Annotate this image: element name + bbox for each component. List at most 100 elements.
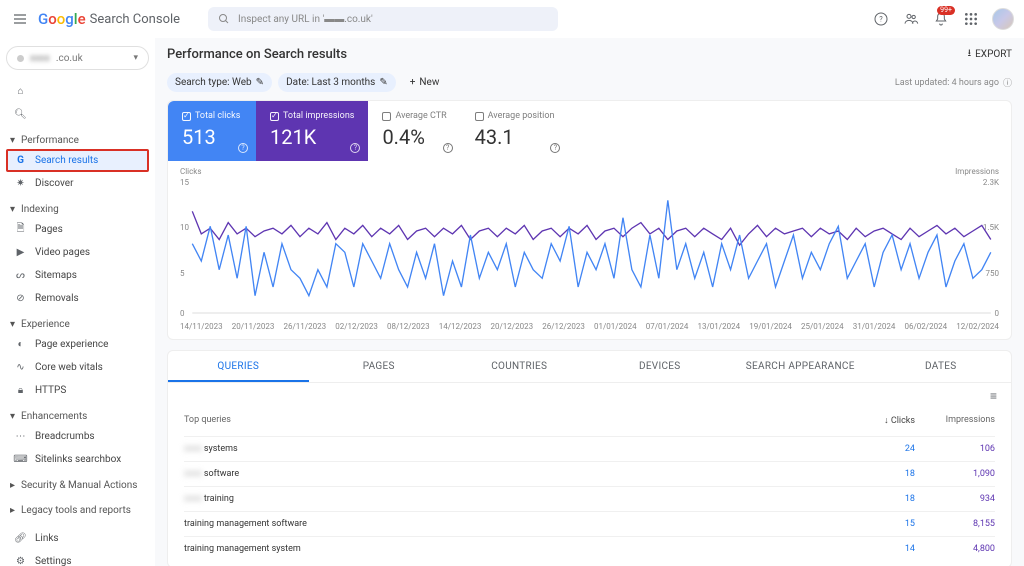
sidebar-item-page-experience[interactable]: ◐Page experience: [6, 333, 149, 356]
info-icon: ⓘ: [1003, 76, 1012, 89]
table-row[interactable]: xxxxsoftware181,090: [184, 461, 995, 486]
table-row[interactable]: xxxxsystems24106: [184, 436, 995, 461]
sort-clicks[interactable]: ↓ Clicks: [845, 415, 915, 426]
sidebar-item-breadcrumbs[interactable]: ⋯Breadcrumbs: [6, 425, 149, 448]
help-icon[interactable]: ?: [872, 10, 890, 28]
plus-icon: +: [410, 77, 416, 88]
chart-panel: Total clicks 513 ? Total impressions 121…: [167, 100, 1012, 340]
sidebar: xxxx.co.uk ▾ ⌂ 🔍︎ ▾Performance GSearch r…: [0, 38, 155, 566]
metric-ctr[interactable]: Average CTR 0.4% ?: [368, 101, 460, 161]
vitals-icon: ∿: [14, 361, 27, 374]
search-input[interactable]: Inspect any URL in '▬▬.co.uk': [208, 7, 558, 31]
breadcrumb-icon: ⋯: [14, 430, 27, 443]
sidebar-item-url-inspection[interactable]: 🔍︎: [6, 103, 149, 126]
sidebar-item-pages[interactable]: 🗎Pages: [6, 218, 149, 241]
chevron-down-icon: ▾: [10, 135, 15, 146]
tab-search-appearance[interactable]: SEARCH APPEARANCE: [730, 351, 871, 382]
sidebar-item-sitemaps[interactable]: ᔕSitemaps: [6, 264, 149, 287]
table-row[interactable]: xxxxtraining18934: [184, 486, 995, 511]
pencil-icon: ✎: [379, 77, 387, 88]
chevron-down-icon: ▾: [133, 53, 138, 63]
top-header: Google Search Console Inspect any URL in…: [0, 0, 1024, 38]
property-selector[interactable]: xxxx.co.uk ▾: [6, 46, 149, 70]
hamburger-icon[interactable]: [10, 9, 30, 29]
gear-icon: ⚙: [14, 555, 27, 566]
chip-search-type[interactable]: Search type: Web✎: [167, 73, 272, 92]
chevron-down-icon: ▾: [10, 204, 15, 215]
checkbox-icon: [182, 112, 191, 121]
link-icon: 🔗︎: [14, 532, 27, 545]
notif-badge: 99+: [937, 6, 955, 15]
add-filter-button[interactable]: +New: [402, 73, 448, 92]
sidebar-group-enhancements[interactable]: ▾Enhancements: [6, 408, 149, 425]
x-axis-dates: 14/11/202320/11/202326/11/202302/12/2023…: [180, 322, 999, 331]
sidebar-group-experience[interactable]: ▾Experience: [6, 316, 149, 333]
tab-queries[interactable]: QUERIES: [168, 351, 309, 382]
sidebar-item-settings[interactable]: ⚙Settings: [6, 550, 149, 566]
google-g-icon: G: [14, 154, 27, 167]
sidebar-item-video-pages[interactable]: ▶Video pages: [6, 241, 149, 264]
last-updated: Last updated: 4 hours agoⓘ: [895, 76, 1012, 89]
star-icon: ✷: [14, 177, 27, 190]
table-row[interactable]: training management system144,800: [184, 536, 995, 561]
sitemap-icon: ᔕ: [14, 269, 27, 282]
info-icon[interactable]: ?: [238, 143, 248, 153]
chevron-right-icon: ▸: [10, 505, 15, 516]
svg-text:?: ?: [879, 15, 883, 24]
export-button[interactable]: ⭳EXPORT: [968, 46, 1012, 63]
page-title: Performance on Search results: [167, 47, 347, 62]
sidebar-group-legacy[interactable]: ▸Legacy tools and reports: [6, 502, 149, 519]
sidebar-group-performance[interactable]: ▾Performance: [6, 132, 149, 149]
sidebar-item-discover[interactable]: ✷Discover: [6, 172, 149, 195]
chevron-down-icon: ▾: [10, 411, 15, 422]
logo: Google Search Console: [38, 10, 180, 28]
checkbox-icon: [382, 112, 391, 121]
apps-icon[interactable]: [962, 10, 980, 28]
pencil-icon: ✎: [256, 77, 264, 88]
video-icon: ▶: [14, 246, 27, 259]
tab-devices[interactable]: DEVICES: [590, 351, 731, 382]
main-content: Performance on Search results ⭳EXPORT Se…: [155, 38, 1024, 566]
home-icon: ⌂: [14, 85, 27, 98]
people-icon[interactable]: [902, 10, 920, 28]
chevron-down-icon: ▾: [10, 319, 15, 330]
info-icon[interactable]: ?: [550, 143, 560, 153]
info-icon[interactable]: ?: [350, 143, 360, 153]
sidebar-group-indexing[interactable]: ▾Indexing: [6, 201, 149, 218]
chip-date[interactable]: Date: Last 3 months✎: [278, 73, 396, 92]
search-icon: 🔍︎: [14, 108, 27, 121]
filter-icon[interactable]: ≡: [168, 383, 1011, 403]
table-panel: QUERIES PAGES COUNTRIES DEVICES SEARCH A…: [167, 350, 1012, 566]
tab-countries[interactable]: COUNTRIES: [449, 351, 590, 382]
sidebar-group-security[interactable]: ▸Security & Manual Actions: [6, 477, 149, 494]
table-row[interactable]: training management software158,155: [184, 511, 995, 536]
circle-icon: ◐: [14, 338, 27, 351]
searchbox-icon: ⌨: [14, 453, 27, 466]
sidebar-item-cwv[interactable]: ∿Core web vitals: [6, 356, 149, 379]
tab-dates[interactable]: DATES: [871, 351, 1012, 382]
tab-pages[interactable]: PAGES: [309, 351, 450, 382]
download-icon: ⭳: [968, 46, 972, 63]
sidebar-item-search-results[interactable]: GSearch results: [6, 149, 149, 172]
y-right-label: Impressions: [955, 167, 999, 176]
sidebar-item-links[interactable]: 🔗︎Links: [6, 527, 149, 550]
sidebar-item-overview[interactable]: ⌂: [6, 80, 149, 103]
y-left-label: Clicks: [180, 167, 201, 176]
metric-clicks[interactable]: Total clicks 513 ?: [168, 101, 256, 161]
line-chart: 15 10 5 0 2.3K 1.5K 750 0: [180, 178, 999, 318]
avatar[interactable]: [992, 8, 1014, 30]
sidebar-item-sitelinks[interactable]: ⌨Sitelinks searchbox: [6, 448, 149, 471]
sidebar-item-removals[interactable]: ⊘Removals: [6, 287, 149, 310]
page-icon: 🗎: [14, 223, 27, 236]
logo-text: Search Console: [90, 12, 180, 27]
sidebar-item-https[interactable]: 🔒︎HTTPS: [6, 379, 149, 402]
checkbox-icon: [270, 112, 279, 121]
table-header: Top queries ↓ Clicks Impressions: [184, 409, 995, 436]
metric-impressions[interactable]: Total impressions 121K ?: [256, 101, 368, 161]
chevron-right-icon: ▸: [10, 480, 15, 491]
lock-icon: 🔒︎: [14, 384, 27, 397]
metric-position[interactable]: Average position 43.1 ?: [461, 101, 569, 161]
info-icon[interactable]: ?: [443, 143, 453, 153]
notifications-icon[interactable]: 99+: [932, 10, 950, 28]
checkbox-icon: [475, 112, 484, 121]
